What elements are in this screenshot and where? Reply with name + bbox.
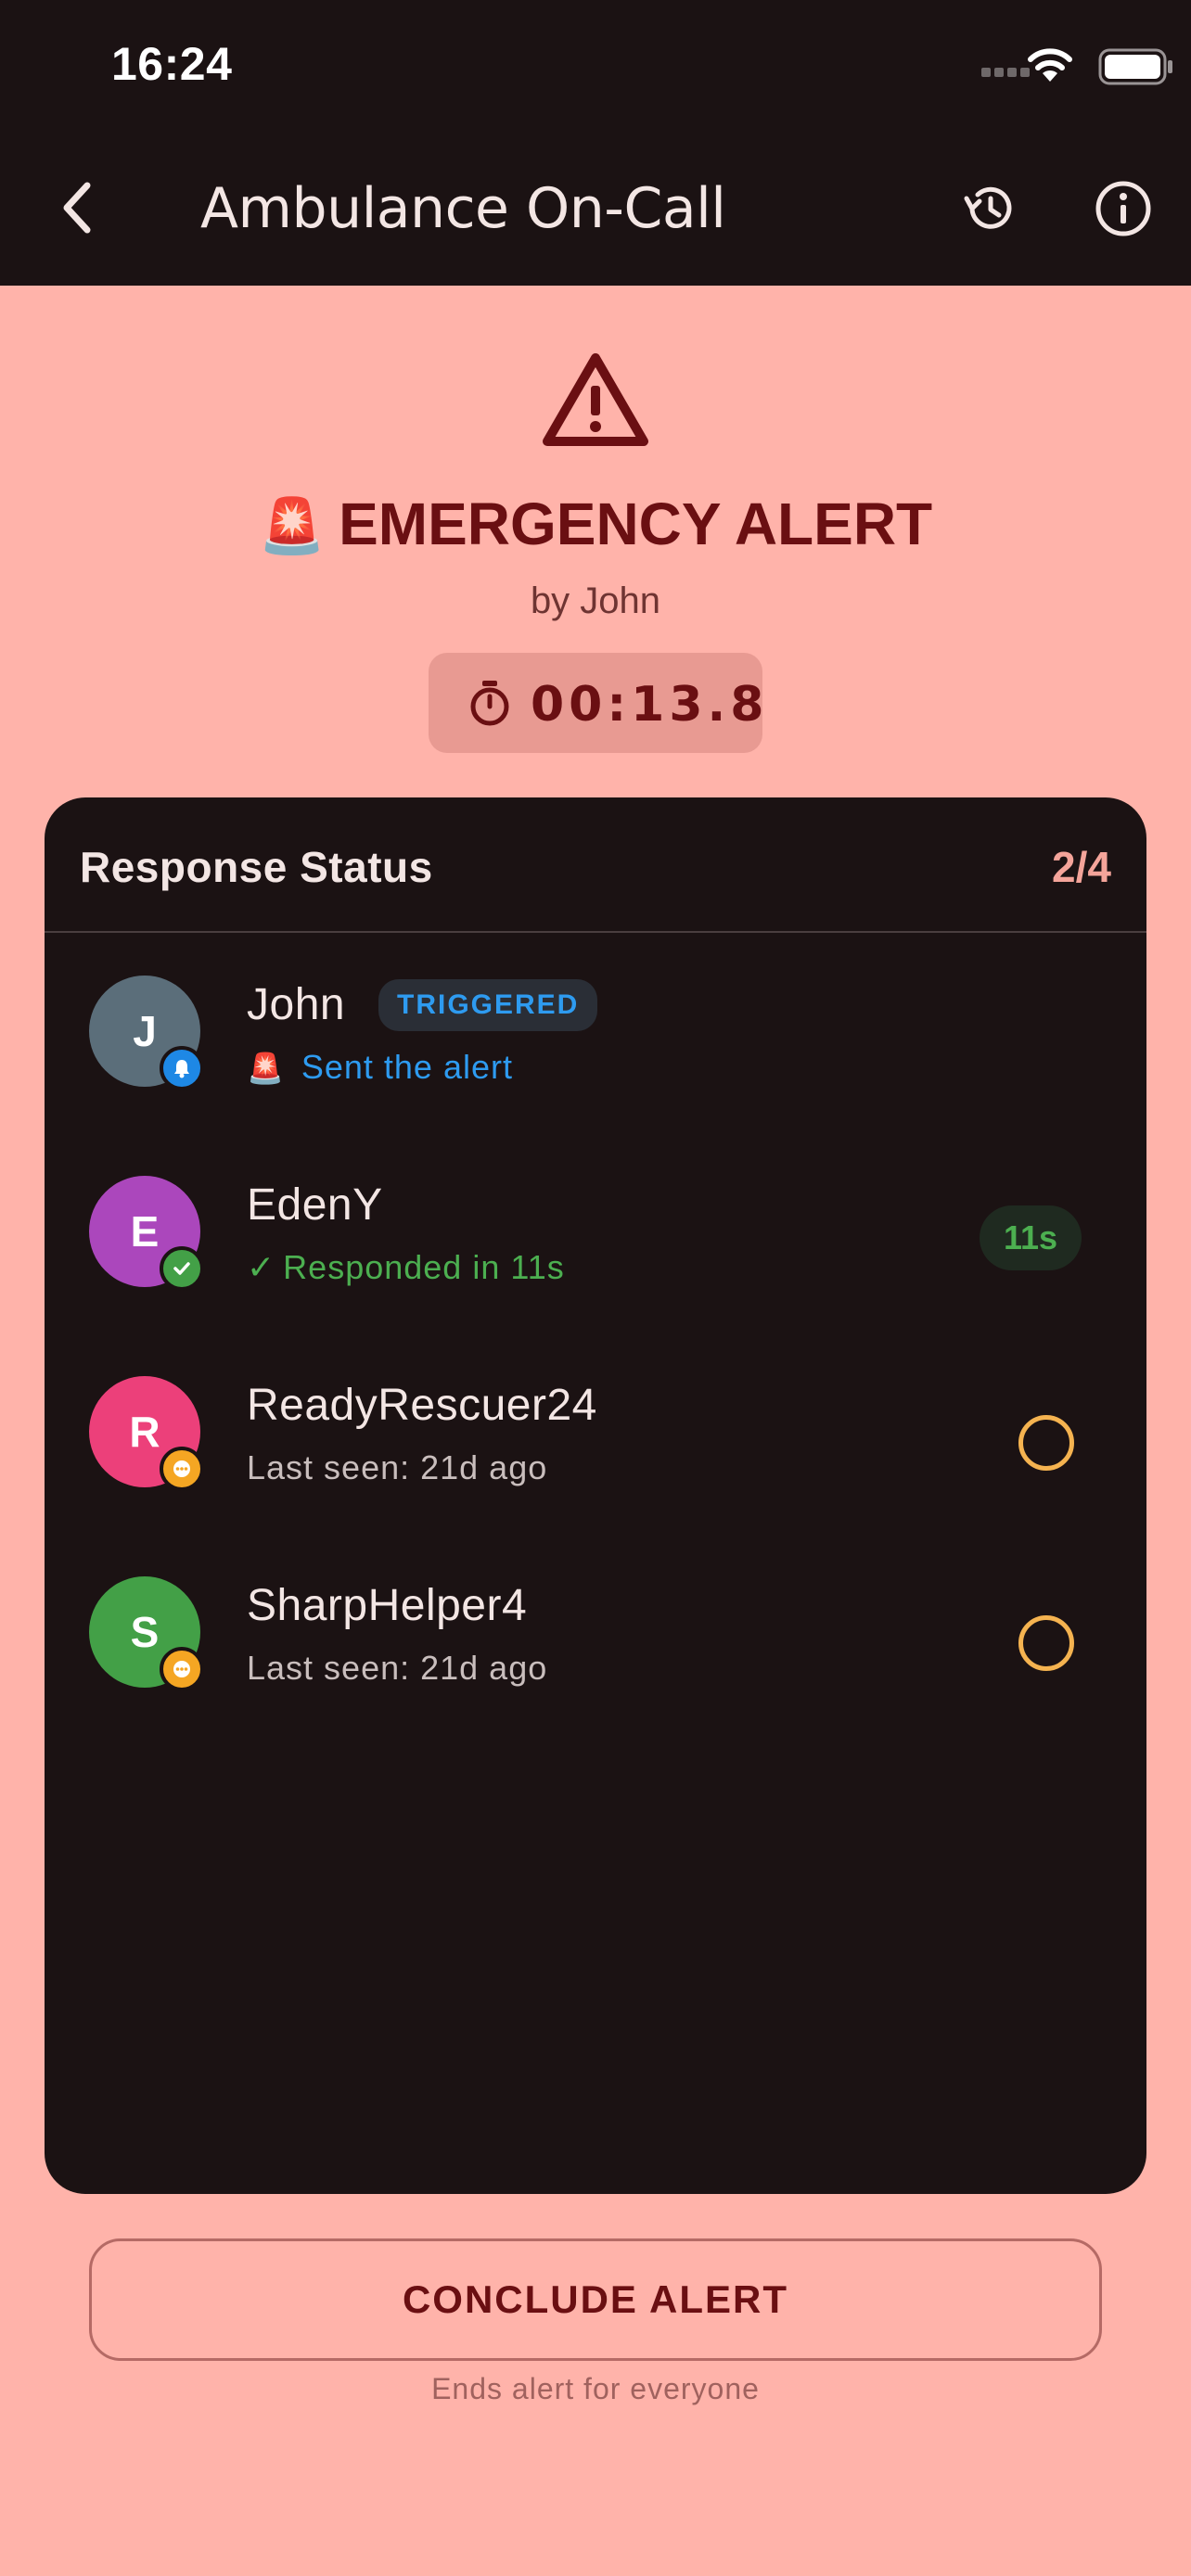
top-bar: 16:24 Ambulance On-Call	[0, 0, 1191, 286]
stopwatch-icon	[470, 681, 509, 726]
member-status: Last seen: 21d ago	[247, 1649, 548, 1687]
siren-icon: 🚨	[247, 1052, 285, 1085]
response-time-badge: 11s	[980, 1205, 1082, 1270]
member-status: Last seen: 21d ago	[247, 1448, 548, 1486]
member-row-readyrescuer24[interactable]: R ReadyRescuer24 Last seen: 21d ago	[45, 1333, 1146, 1534]
card-title: Response Status	[80, 843, 433, 891]
member-name: SharpHelper4	[247, 1581, 528, 1630]
member-row-john[interactable]: J John TRIGGERED 🚨 Sent the alert	[45, 933, 1146, 1133]
member-status: ✓ Responded in 11s	[247, 1248, 565, 1287]
pending-status-icon	[1018, 1615, 1074, 1671]
battery-icon	[1098, 48, 1172, 85]
info-button[interactable]	[1093, 178, 1154, 239]
member-status-text: Sent the alert	[301, 1048, 513, 1086]
pending-icon	[160, 1447, 204, 1491]
member-name: ReadyRescuer24	[247, 1381, 597, 1430]
back-button[interactable]	[52, 174, 108, 241]
response-count: 2/4	[1052, 843, 1111, 891]
history-button[interactable]	[959, 178, 1020, 239]
alert-title: 🚨 EMERGENCY ALERT	[0, 490, 1191, 558]
member-row-sharphelper4[interactable]: S SharpHelper4 Last seen: 21d ago	[45, 1534, 1146, 1734]
member-status-text: Responded in 11s	[283, 1248, 565, 1286]
timer-value: 00:13.8	[531, 677, 769, 733]
card-header: Response Status 2/4	[45, 797, 1146, 931]
member-row-edeny[interactable]: E EdenY ✓ Responded in 11s 11s	[45, 1133, 1146, 1333]
elapsed-timer: 00:13.8	[429, 653, 763, 753]
bell-icon	[160, 1046, 204, 1090]
status-time: 16:24	[111, 38, 233, 90]
conclude-hint: Ends alert for everyone	[431, 2372, 760, 2405]
info-icon	[1095, 181, 1151, 236]
triggered-badge: TRIGGERED	[378, 979, 598, 1031]
response-status-card: Response Status 2/4 J John TRIGGERED 🚨 Se…	[45, 797, 1146, 2194]
pending-status-icon	[1018, 1415, 1074, 1471]
warning-icon	[543, 353, 648, 446]
siren-icon: 🚨	[258, 496, 327, 556]
alert-author: by John	[530, 580, 661, 621]
chevron-left-icon	[63, 182, 91, 234]
alert-title-text: EMERGENCY ALERT	[339, 491, 933, 557]
checkmark-icon: ✓	[247, 1248, 276, 1286]
member-name: EdenY	[247, 1180, 383, 1230]
pending-icon	[160, 1647, 204, 1691]
wifi-icon	[1028, 48, 1072, 82]
conclude-alert-button[interactable]: CONCLUDE ALERT	[89, 2238, 1102, 2361]
page-title: Ambulance On-Call	[200, 176, 726, 241]
member-status: 🚨 Sent the alert	[247, 1048, 513, 1087]
check-icon	[160, 1246, 204, 1291]
member-name: John	[247, 980, 346, 1029]
history-icon	[964, 186, 1012, 229]
